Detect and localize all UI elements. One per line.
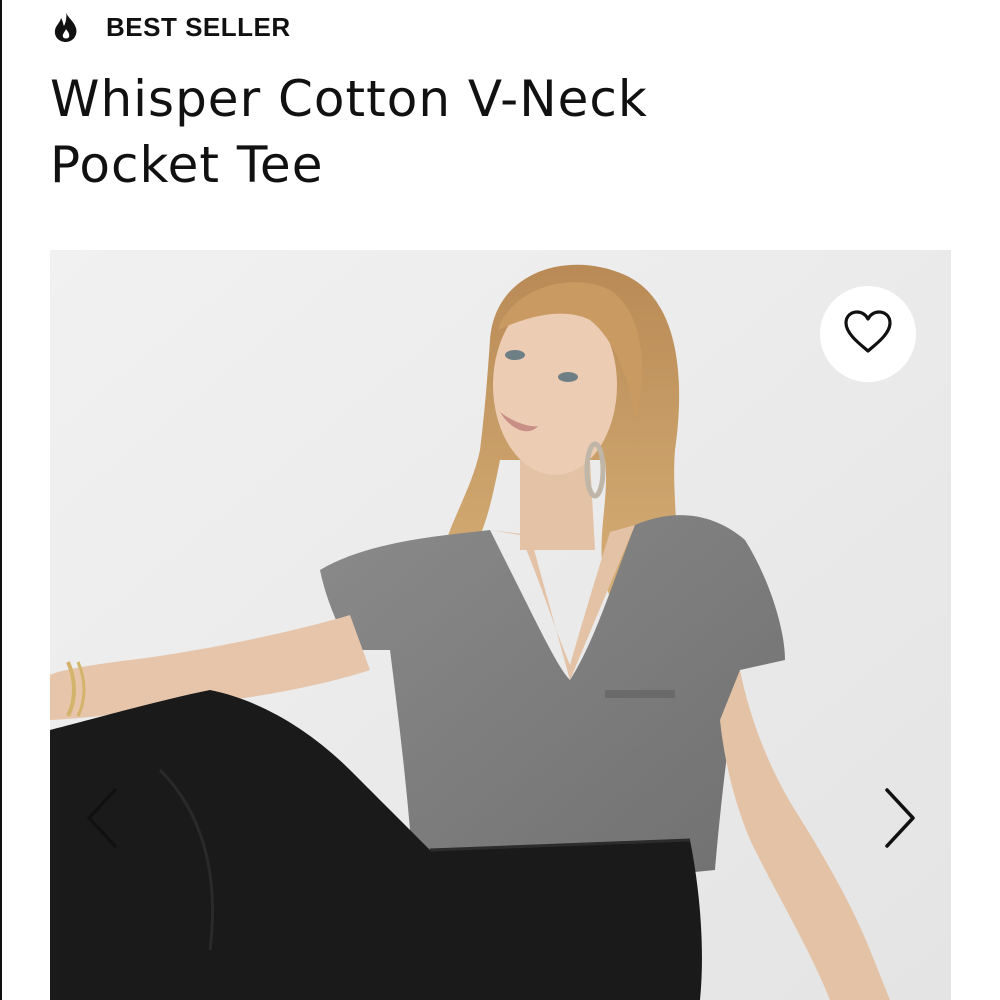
product-title-line-1: Whisper Cotton V-Neck (50, 70, 648, 128)
chevron-right-icon (883, 787, 917, 854)
previous-image-button[interactable] (80, 785, 124, 855)
favorite-button[interactable] (820, 286, 916, 382)
next-image-button[interactable] (878, 785, 922, 855)
chevron-left-icon (85, 787, 119, 854)
product-image-gallery[interactable] (50, 250, 951, 1000)
best-seller-label: BEST SELLER (106, 11, 291, 42)
heart-outline-icon (842, 309, 894, 360)
product-photo (50, 250, 951, 1000)
product-title-line-2: Pocket Tee (50, 136, 324, 194)
product-title: Whisper Cotton V-Neck Pocket Tee (50, 66, 950, 198)
product-page: BEST SELLER Whisper Cotton V-Neck Pocket… (0, 0, 1000, 1000)
left-border (0, 0, 2, 1000)
flame-icon (52, 11, 80, 43)
best-seller-badge: BEST SELLER (52, 10, 291, 44)
